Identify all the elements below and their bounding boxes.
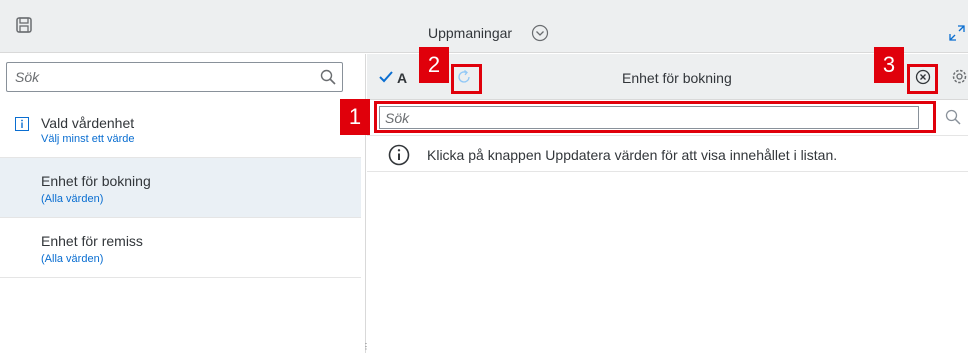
callout-1-label: 1 (340, 99, 370, 135)
info-icon (15, 117, 29, 131)
list-item-subtitle: (Alla värden) (41, 253, 104, 265)
top-bar: Uppmaningar (0, 0, 968, 53)
expand-icon[interactable] (948, 24, 966, 42)
check-icon[interactable] (379, 71, 393, 83)
search-icon[interactable] (320, 69, 336, 85)
list-item-vald-vardenhet[interactable]: Vald vårdenhet Välj minst ett värde (0, 101, 361, 158)
list-item-title: Enhet för bokning (41, 173, 151, 189)
divider (367, 171, 968, 172)
callout-1-box (374, 101, 936, 133)
list-item-enhet-for-bokning[interactable]: Enhet för bokning (Alla värden) (0, 158, 361, 218)
chevron-down-icon[interactable] (531, 24, 549, 42)
list-item-subtitle: Välj minst ett värde (41, 133, 135, 145)
info-icon (388, 144, 410, 166)
page-title: Uppmaningar (428, 25, 513, 41)
apply-button[interactable]: A (397, 70, 407, 86)
left-search-field[interactable] (6, 62, 343, 92)
callout-2-label: 2 (419, 47, 449, 83)
left-search-input[interactable] (7, 63, 307, 91)
list-item-title: Enhet för remiss (41, 233, 143, 249)
value-list-title: Enhet för bokning (622, 70, 732, 86)
filter-list-panel: Vald vårdenhet Välj minst ett värde Enhe… (0, 54, 366, 353)
info-message-text: Klicka på knappen Uppdatera värden för a… (427, 147, 838, 163)
search-icon[interactable] (945, 109, 961, 125)
callout-2-box (451, 64, 482, 94)
divider (367, 135, 968, 136)
list-item-subtitle: (Alla värden) (41, 193, 104, 205)
callout-3-box (907, 64, 938, 94)
list-item-title: Vald vårdenhet (41, 115, 135, 131)
filter-list: Vald vårdenhet Välj minst ett värde Enhe… (0, 101, 361, 278)
callout-3-label: 3 (874, 47, 904, 83)
gear-icon[interactable] (951, 68, 968, 85)
save-icon[interactable] (15, 16, 33, 34)
list-item-enhet-for-remiss[interactable]: Enhet för remiss (Alla värden) (0, 218, 361, 278)
resize-handle[interactable]: ⋮ (362, 342, 370, 351)
